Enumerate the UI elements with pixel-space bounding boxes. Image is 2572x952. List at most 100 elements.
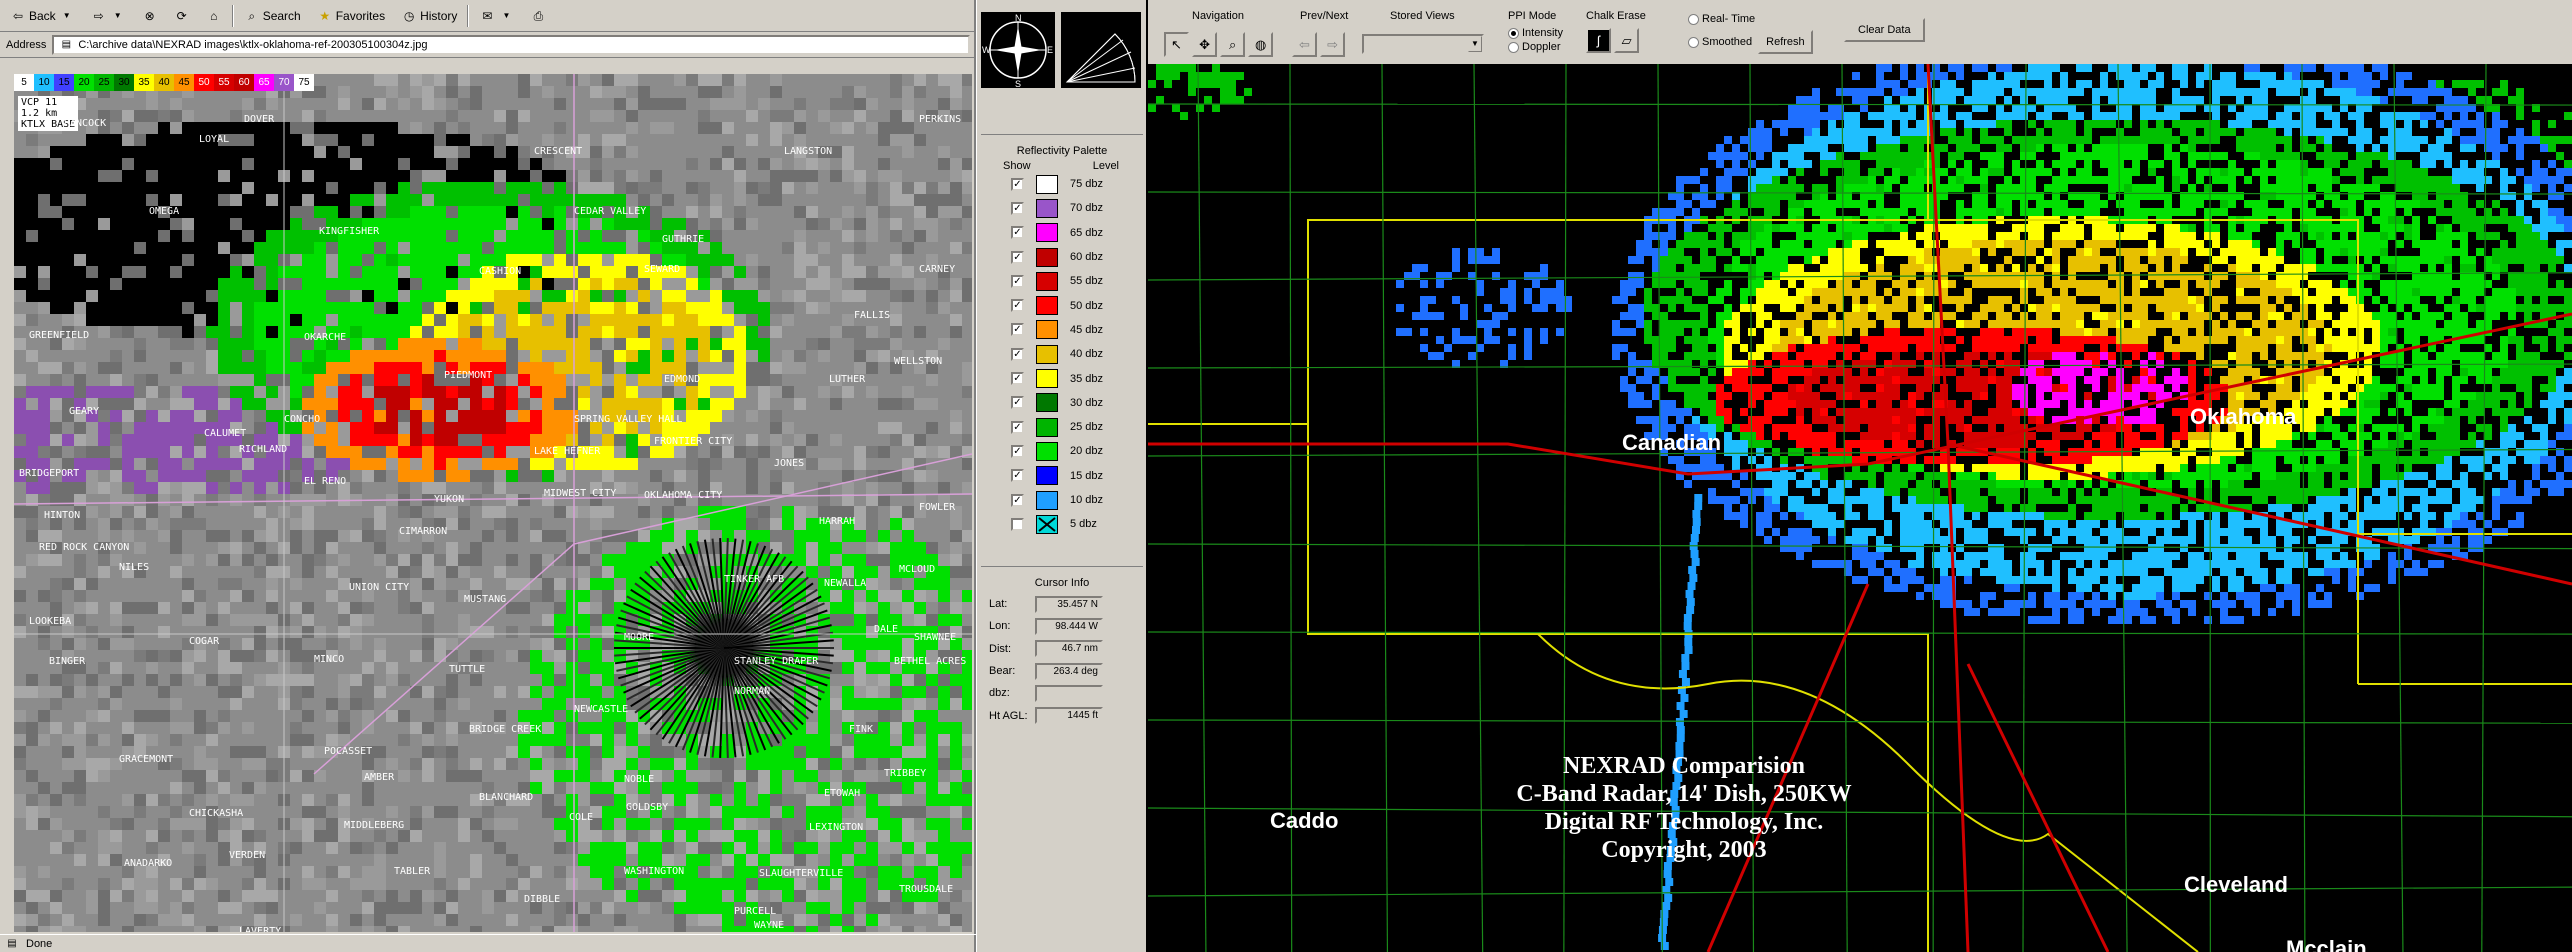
level-color-swatch[interactable] [1036,369,1058,389]
level-color-swatch[interactable] [1036,271,1058,291]
radio-empty-icon [1688,13,1699,25]
level-show-checkbox[interactable] [1011,517,1024,531]
search-label: Search [262,8,301,23]
history-button[interactable]: ◷ History [395,4,463,28]
address-input[interactable]: ▤ C:\archive data\NEXRAD images\ktlx-okl… [52,34,970,55]
level-show-checkbox[interactable]: ✓ [1011,226,1024,240]
realtime-radio[interactable]: Real- Time [1688,12,1813,26]
print-button[interactable]: ⎙ [524,4,552,28]
home-button[interactable]: ⌂ [200,4,228,28]
town-label: GOLDSBY [626,802,669,813]
cursor-info-title: Cursor Info [1034,577,1090,589]
level-color-swatch[interactable] [1036,393,1058,413]
level-label: 40 dbz [1070,348,1104,361]
level-show-checkbox[interactable]: ✓ [1011,420,1024,434]
globe-icon: ◍ [1255,37,1267,52]
level-show-checkbox[interactable]: ✓ [1011,396,1024,410]
palette-rows: ✓ 75 dbz ✓ 70 dbz ✓ 65 dbz ✓ 60 dbz ✓ 55 dbz ✓ 50 d… [981,172,1143,536]
pointer-tool-button[interactable]: ↖ [1164,32,1189,57]
radio-empty-icon [1688,36,1699,48]
town-label: GEARY [69,406,100,417]
town-label: SHAWNEE [914,632,957,643]
palette-level-row: ✓ 40 dbz [981,342,1143,366]
pointer-icon: ↖ [1171,37,1182,52]
search-icon: ⌕ [248,8,256,23]
back-button[interactable]: ⇦ Back ▼ [4,4,81,28]
cursor-field-label: Ht AGL: [989,709,1028,722]
show-column-label: Show [1003,160,1031,172]
cursor-field-value [1035,684,1103,702]
smoothed-radio[interactable]: Smoothed [1688,35,1752,49]
level-show-checkbox[interactable]: ✓ [1011,469,1024,483]
stop-button[interactable]: ⊗ [136,4,164,28]
level-show-checkbox[interactable]: ✓ [1011,299,1024,313]
mail-button[interactable]: ✉ ▼ [473,4,520,28]
dropdown-arrow-icon[interactable]: ▼ [59,8,75,24]
ppi-doppler-radio[interactable]: Doppler [1508,40,1563,54]
town-label: MIDDLEBERG [344,820,405,831]
dropdown-arrow-icon[interactable]: ▼ [110,8,126,24]
chalk-button[interactable]: ʃ [1586,28,1611,53]
level-show-checkbox[interactable]: ✓ [1011,250,1024,264]
level-color-swatch[interactable] [1036,344,1058,364]
back-arrow-icon: ⇦ [12,8,24,23]
compass-rose[interactable]: N S W E [981,12,1055,89]
level-show-checkbox[interactable]: ✓ [1011,323,1024,337]
level-color-swatch[interactable] [1036,198,1058,218]
town-label: SPRING VALLEY HALL [574,414,683,425]
c-band-radar-map[interactable]: Canadian Oklahoma Caddo Cleveland Mcclai… [1148,64,2572,952]
town-label: HANCOCK [64,118,107,129]
level-color-swatch[interactable] [1036,174,1058,194]
level-show-checkbox[interactable]: ✓ [1011,201,1024,215]
town-label: DOVER [244,114,275,125]
level-color-swatch[interactable] [1036,247,1058,267]
ppi-mode-label: PPI Mode [1508,10,1557,22]
sector-view-widget[interactable] [1061,12,1141,88]
town-label: KINGFISHER [319,226,380,237]
stored-views-select[interactable]: ▼ [1362,34,1484,54]
favorites-button[interactable]: ★ Favorites [311,4,391,28]
zoom-tool-button[interactable]: ⌕ [1220,32,1246,57]
town-label: CALUMET [204,428,247,439]
town-label: BETHEL ACRES [894,656,967,667]
ppi-intensity-radio[interactable]: Intensity [1508,26,1563,40]
town-label: CONCHO [284,414,321,425]
chalk-erase-group: Chalk Erase ʃ ▱ [1586,10,1646,53]
level-color-swatch[interactable] [1036,296,1058,316]
level-color-swatch[interactable] [1036,514,1058,534]
level-show-checkbox[interactable]: ✓ [1011,274,1024,288]
pan-tool-button[interactable]: ✥ [1192,32,1218,57]
level-color-swatch[interactable] [1036,490,1058,510]
level-color-swatch[interactable] [1036,466,1058,486]
forward-button[interactable]: ⇨ ▼ [85,4,132,28]
prev-button[interactable]: ⇦ [1292,32,1317,57]
search-button[interactable]: ⌕ Search [238,4,307,28]
level-color-swatch[interactable] [1036,223,1058,243]
level-show-checkbox[interactable]: ✓ [1011,493,1024,507]
globe-tool-button[interactable]: ◍ [1248,32,1274,57]
level-show-checkbox[interactable]: ✓ [1011,372,1024,386]
cursor-field-label: Bear: [989,665,1016,678]
cursor-field-value: 263.4 deg [1035,662,1103,680]
town-label: RICHLAND [239,444,288,455]
town-label: ETOWAH [824,788,861,799]
level-show-checkbox[interactable]: ✓ [1011,347,1024,361]
town-label: PURCELL [734,906,777,917]
clear-data-button[interactable]: Clear Data [1844,18,1925,42]
town-label: CARNEY [919,264,956,275]
next-button[interactable]: ⇨ [1320,32,1346,57]
level-color-swatch[interactable] [1036,441,1058,461]
level-color-swatch[interactable] [1036,320,1058,340]
level-show-checkbox[interactable]: ✓ [1011,177,1024,191]
refresh-button[interactable]: Refresh [1758,30,1813,54]
scale-cell: 60 [234,74,254,91]
refresh-button[interactable]: ⟳ [168,4,196,28]
palette-header: Show Level [981,157,1143,172]
level-show-checkbox[interactable]: ✓ [1011,444,1024,458]
caption-line: Digital RF Technology, Inc. [1544,809,1824,835]
level-label: 70 dbz [1070,202,1104,215]
town-label: AMBER [364,772,395,783]
erase-button[interactable]: ▱ [1614,28,1640,53]
town-label: LOOKEBA [29,616,72,627]
level-color-swatch[interactable] [1036,417,1058,437]
